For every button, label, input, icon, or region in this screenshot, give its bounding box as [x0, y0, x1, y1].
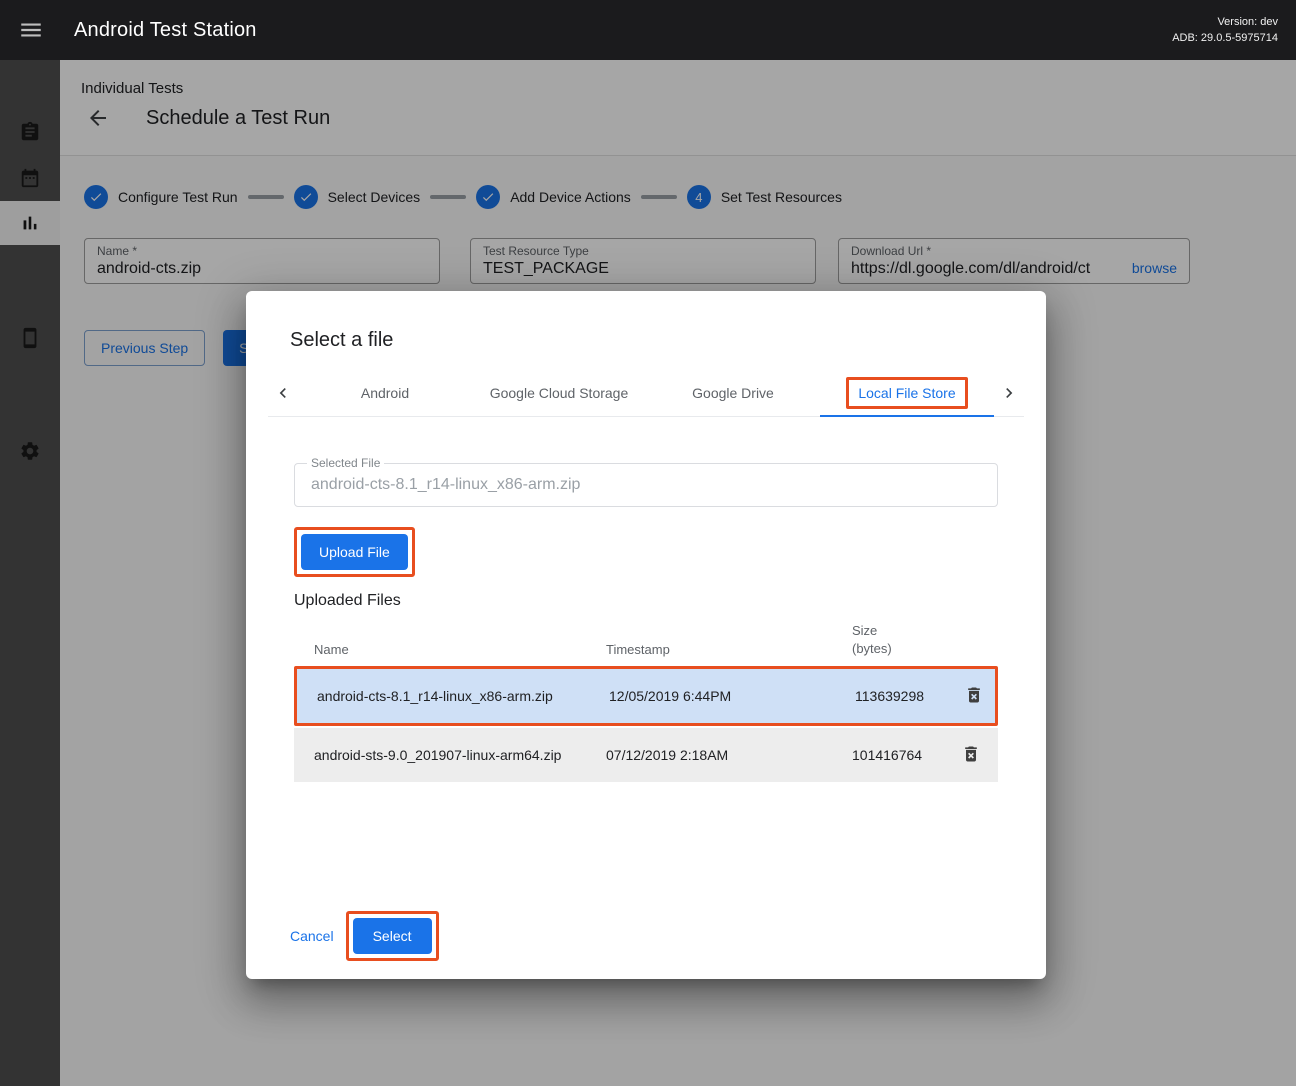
- tab-google-cloud-storage[interactable]: Google Cloud Storage: [472, 370, 646, 416]
- column-header-name: Name: [314, 642, 606, 657]
- tab-label: Android: [361, 385, 409, 401]
- dialog-body: Selected File android-cts-8.1_r14-linux_…: [246, 463, 1046, 782]
- select-file-dialog: Select a file Android Google Cloud Stora…: [246, 291, 1046, 979]
- bar-chart-icon: [19, 212, 41, 234]
- selected-file-label: Selected File: [307, 456, 384, 470]
- table-header-row: Name Timestamp Size (bytes): [294, 622, 998, 663]
- app-title: Android Test Station: [74, 19, 257, 42]
- sidebar-item-settings[interactable]: [0, 429, 60, 473]
- annotation-highlight-box: Upload File: [294, 527, 415, 577]
- selected-file-field[interactable]: Selected File android-cts-8.1_r14-linux_…: [294, 463, 998, 507]
- column-header-size: Size (bytes): [852, 622, 948, 657]
- file-timestamp: 07/12/2019 2:18AM: [606, 747, 852, 763]
- screen: Android Test Station Version: dev ADB: 2…: [0, 0, 1296, 1086]
- test-plans-icon: [19, 121, 41, 143]
- delete-file-icon[interactable]: [958, 742, 984, 768]
- menu-icon[interactable]: [18, 17, 44, 43]
- tab-label: Google Cloud Storage: [490, 385, 629, 401]
- annotation-highlight-box: android-cts-8.1_r14-linux_x86-arm.zip 12…: [294, 666, 998, 726]
- smartphone-icon: [19, 327, 41, 349]
- sidebar: [0, 60, 60, 1086]
- adb-version-text: ADB: 29.0.5-5975714: [1172, 30, 1278, 47]
- tabs: Android Google Cloud Storage Google Driv…: [298, 370, 994, 416]
- select-button[interactable]: Select: [353, 918, 432, 954]
- tab-google-drive[interactable]: Google Drive: [646, 370, 820, 416]
- annotation-highlight-box: Select: [346, 911, 439, 961]
- tab-local-file-store[interactable]: Local File Store: [820, 370, 994, 416]
- sidebar-item-schedule[interactable]: [0, 156, 60, 200]
- file-name: android-sts-9.0_201907-linux-arm64.zip: [314, 747, 606, 763]
- version-info: Version: dev ADB: 29.0.5-5975714: [1172, 14, 1278, 47]
- tab-android[interactable]: Android: [298, 370, 472, 416]
- uploaded-files-table: Name Timestamp Size (bytes) android-cts-…: [294, 622, 998, 782]
- sidebar-item-test-plans[interactable]: [0, 110, 60, 154]
- table-row[interactable]: android-sts-9.0_201907-linux-arm64.zip 0…: [294, 728, 998, 782]
- file-size: 101416764: [852, 747, 948, 763]
- version-text: Version: dev: [1172, 14, 1278, 31]
- dialog-title: Select a file: [246, 291, 1046, 352]
- tab-label: Local File Store: [858, 385, 955, 401]
- annotation-highlight-box: Local File Store: [846, 377, 967, 409]
- calendar-icon: [19, 167, 41, 189]
- delete-file-icon[interactable]: [961, 683, 987, 709]
- gear-icon: [19, 440, 41, 462]
- table-row-selected[interactable]: android-cts-8.1_r14-linux_x86-arm.zip 12…: [297, 669, 995, 723]
- file-name: android-cts-8.1_r14-linux_x86-arm.zip: [317, 688, 609, 704]
- sidebar-item-devices[interactable]: [0, 316, 60, 360]
- uploaded-files-title: Uploaded Files: [294, 592, 998, 610]
- column-header-timestamp: Timestamp: [606, 642, 852, 657]
- upload-file-button[interactable]: Upload File: [301, 534, 408, 570]
- tab-label: Google Drive: [692, 385, 774, 401]
- chevron-right-icon[interactable]: [994, 370, 1024, 416]
- cancel-button[interactable]: Cancel: [290, 928, 334, 944]
- file-timestamp: 12/05/2019 6:44PM: [609, 688, 855, 704]
- chevron-left-icon[interactable]: [268, 370, 298, 416]
- top-app-bar: Android Test Station Version: dev ADB: 2…: [0, 0, 1296, 60]
- tab-bar: Android Google Cloud Storage Google Driv…: [268, 370, 1024, 417]
- selected-file-value: android-cts-8.1_r14-linux_x86-arm.zip: [295, 464, 997, 506]
- sidebar-item-test-results[interactable]: [0, 201, 60, 245]
- dialog-footer: Cancel Select: [290, 911, 439, 961]
- file-size: 113639298: [855, 688, 951, 704]
